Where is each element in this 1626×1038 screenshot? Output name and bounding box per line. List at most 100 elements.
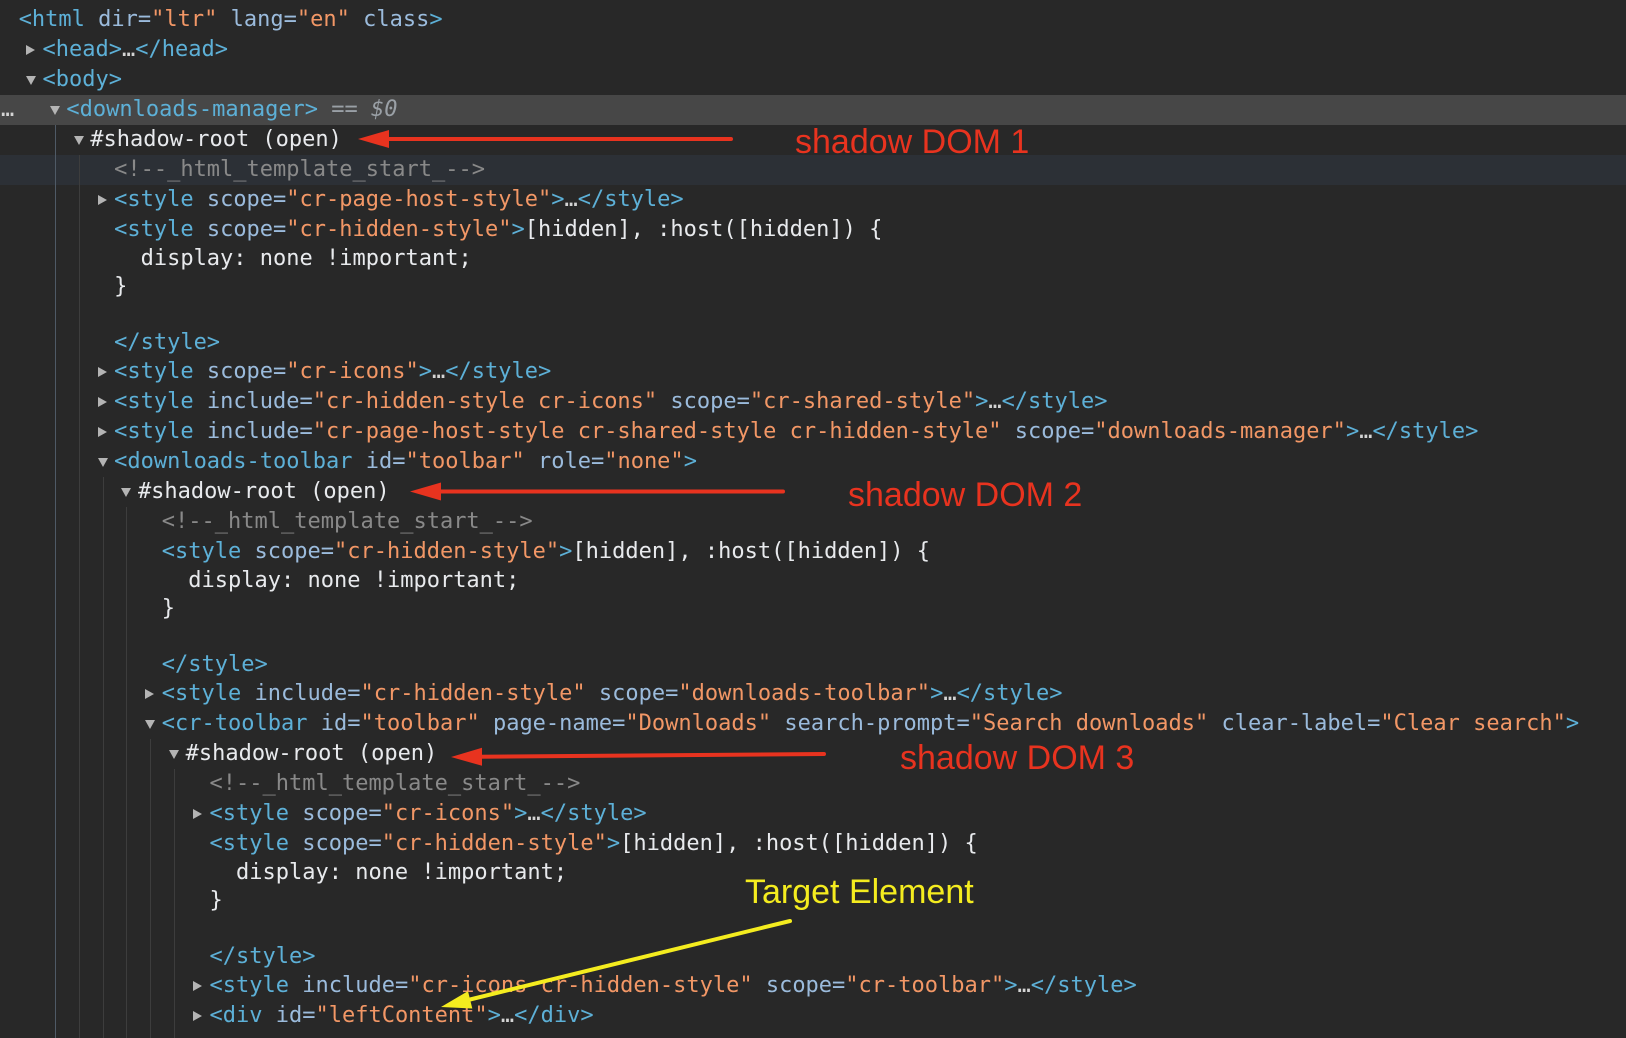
tag-token: </style> (1001, 389, 1108, 414)
attribute-name-token: scope= (193, 359, 287, 384)
triangle-down-icon[interactable] (121, 488, 132, 497)
tree-node-row[interactable]: <style include="cr-icons cr-hidden-style… (0, 971, 1626, 1001)
selected-tree-node-row[interactable]: … <downloads-manager> == $0 (0, 95, 1626, 125)
tag-token: > (487, 1003, 501, 1028)
node-actions-ellipsis-button[interactable]: … (1, 95, 14, 125)
triangle-right-icon[interactable] (26, 44, 36, 55)
tree-node-row[interactable]: <style include="cr-page-host-style cr-sh… (0, 417, 1626, 447)
tag-token: <style (114, 419, 194, 444)
triangle-right-icon[interactable] (145, 688, 155, 699)
text-content-line[interactable] (0, 915, 1626, 943)
attribute-name-token: lang= (217, 7, 297, 32)
text-content-line[interactable]: display: none !important; (0, 567, 1626, 595)
annotation-label-shadow-dom-2: shadow DOM 2 (848, 476, 1083, 514)
tree-node-row[interactable]: <style scope="cr-page-host-style">…</sty… (0, 185, 1626, 215)
text-content-line[interactable] (0, 623, 1626, 651)
tree-node-row[interactable]: #shadow-root (open) (0, 739, 1626, 769)
triangle-right-icon[interactable] (97, 396, 107, 407)
attribute-value-token: "en" (296, 7, 350, 32)
attribute-name-token: search-prompt= (771, 711, 970, 736)
triangle-right-icon[interactable] (193, 1010, 202, 1021)
text-content-line[interactable]: </style> (0, 651, 1626, 679)
attribute-value-token: "cr-hidden-style cr-icons" (312, 389, 658, 414)
tree-node-row[interactable]: <div id="leftContent">…</div> (0, 1001, 1626, 1031)
attribute-value-token: "toolbar" (360, 711, 480, 736)
comment-token: <!--_html_template_start_--> (114, 157, 485, 182)
tag-token: > (1565, 711, 1580, 736)
text-content-line[interactable] (0, 301, 1626, 329)
tree-node-row[interactable]: <style scope="cr-hidden-style">[hidden],… (0, 215, 1626, 245)
tag-token: > (975, 389, 989, 414)
tag-token: > (551, 187, 565, 212)
tag-token: </style> (209, 944, 316, 969)
tag-token: > (930, 681, 944, 706)
triangle-down-icon[interactable] (169, 750, 180, 759)
triangle-right-icon[interactable] (193, 980, 202, 991)
text-content-line[interactable]: </style> (0, 329, 1626, 357)
shadow-root-token: #shadow-root (open) (185, 741, 438, 766)
attribute-name-token: scope= (288, 831, 382, 856)
tag-token: <style (209, 973, 289, 998)
attribute-value-token: "toolbar" (405, 449, 525, 474)
attribute-name-token: scope= (657, 389, 750, 414)
tag-token: </style> (445, 359, 552, 384)
tag-token: > (606, 831, 621, 856)
text-node-token: display: none !important; (161, 568, 520, 593)
triangle-right-icon[interactable] (193, 808, 202, 819)
attribute-name-token: include= (193, 419, 313, 444)
attribute-name-token: clear-label= (1208, 711, 1381, 736)
tag-token: <downloads-toolbar (114, 449, 353, 474)
comment-token: <!--_html_template_start_--> (161, 509, 533, 534)
annotation-label-shadow-dom-3: shadow DOM 3 (900, 739, 1135, 777)
tree-node-row[interactable]: <style include="cr-hidden-style cr-icons… (0, 387, 1626, 417)
text-node-token: display: none !important; (114, 246, 472, 271)
tag-token: </style> (577, 187, 684, 212)
tag-token: <downloads-manager> (66, 97, 319, 122)
text-content-line[interactable]: } (0, 595, 1626, 623)
triangle-right-icon[interactable] (97, 426, 107, 437)
tree-node-row[interactable]: <!--_html_template_start_--> (0, 507, 1626, 537)
tree-node-row[interactable]: <style scope="cr-icons">…</style> (0, 799, 1626, 829)
attribute-value-token: "leftContent" (315, 1003, 488, 1028)
tag-token: </style> (161, 652, 268, 677)
tag-token: <div (209, 1003, 263, 1028)
attribute-value-token: "Search downloads" (969, 711, 1209, 736)
attribute-value-token: "cr-shared-style" (749, 389, 976, 414)
tree-node-row[interactable]: <body> (0, 65, 1626, 95)
tag-token: </style> (114, 330, 221, 355)
triangle-down-icon[interactable] (26, 76, 37, 85)
attribute-value-token: "downloads-manager" (1094, 419, 1346, 444)
tree-node-row[interactable]: <cr-toolbar id="toolbar" page-name="Down… (0, 709, 1626, 739)
tag-token: > (511, 217, 525, 242)
tag-token: <style (114, 359, 194, 384)
text-content-line[interactable]: </style> (0, 943, 1626, 971)
collapsed-ellipsis-token: … (500, 1003, 515, 1028)
triangle-down-icon[interactable] (49, 106, 60, 115)
triangle-down-icon[interactable] (97, 458, 108, 467)
tag-token: <style (209, 801, 289, 826)
triangle-down-icon[interactable] (145, 720, 156, 729)
tree-node-row[interactable]: <style include="cr-hidden-style" scope="… (0, 679, 1626, 709)
text-node-token: [hidden], :host([hidden]) { (620, 831, 978, 856)
tree-node-row[interactable]: <html dir="ltr" lang="en" class> (0, 5, 1626, 35)
attribute-name-token: dir= (84, 7, 152, 32)
triangle-right-icon[interactable] (97, 194, 107, 205)
tree-node-row[interactable]: #shadow-root (open) (0, 477, 1626, 507)
tree-node-row[interactable]: <style scope="cr-hidden-style">[hidden],… (0, 829, 1626, 859)
triangle-right-icon[interactable] (97, 366, 107, 377)
tree-node-row[interactable]: <head>…</head> (0, 35, 1626, 65)
tree-node-row[interactable]: <!--_html_template_start_--> (0, 769, 1626, 799)
attribute-name-token: scope= (752, 973, 846, 998)
tag-token: <head> (42, 37, 123, 62)
text-content-line[interactable]: } (0, 273, 1626, 301)
triangle-down-icon[interactable] (73, 136, 84, 145)
tree-node-row[interactable]: <downloads-toolbar id="toolbar" role="no… (0, 447, 1626, 477)
tree-node-row[interactable]: <style scope="cr-icons">…</style> (0, 357, 1626, 387)
attribute-value-token: "cr-hidden-style" (286, 217, 512, 242)
tag-token: > (1004, 973, 1018, 998)
tree-node-row[interactable]: <style scope="cr-hidden-style">[hidden],… (0, 537, 1626, 567)
text-content-line[interactable]: display: none !important; (0, 245, 1626, 273)
collapsed-ellipsis-token: … (1359, 419, 1373, 444)
attribute-value-token: "cr-toolbar" (845, 973, 1005, 998)
attribute-name-token: scope= (1001, 419, 1095, 444)
